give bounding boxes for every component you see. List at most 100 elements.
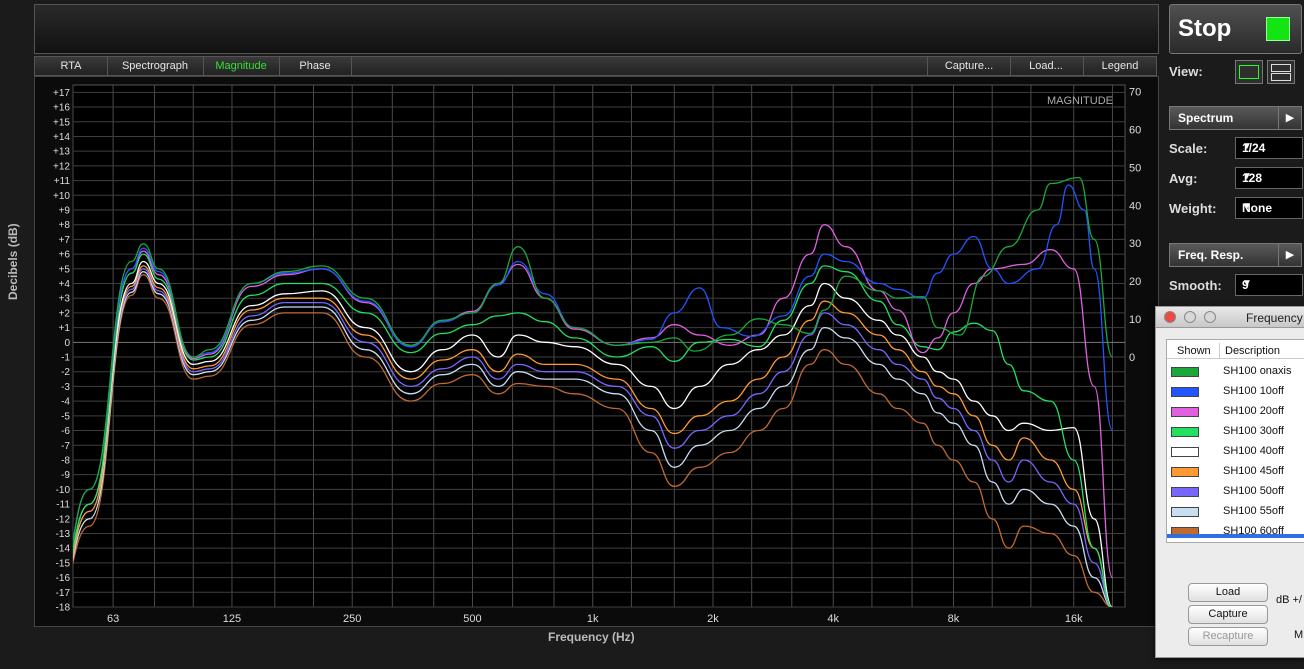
minimize-window-icon[interactable] — [1184, 311, 1196, 323]
series-description: SH100 45off — [1223, 465, 1284, 477]
y-tick-label: +6 — [59, 250, 71, 261]
y-tick-label: +1 — [59, 323, 71, 334]
series-color-swatch[interactable] — [1171, 407, 1199, 417]
x-tick-label: 2k — [707, 613, 719, 625]
tab-phase[interactable]: Phase — [279, 57, 352, 75]
y-tick-label: +8 — [59, 220, 71, 231]
magnitude-plot-panel[interactable]: +17 +16 +15 +14 +13 +12 +11 +10 +9 +8 +7 +6 +5 +4 +3 +2… — [34, 76, 1159, 627]
zoom-window-icon[interactable] — [1204, 311, 1216, 323]
weight-dropdown[interactable]: None ▼ — [1235, 197, 1303, 219]
y-tick-label: -9 — [61, 470, 70, 481]
tab-spectrograph[interactable]: Spectrograph — [107, 57, 204, 75]
series-description: SH100 55off — [1223, 505, 1284, 517]
x-tick-label: 250 — [343, 613, 361, 625]
description-column-header[interactable]: Description — [1225, 345, 1280, 357]
y-tick-label: +3 — [59, 294, 71, 305]
avg-label: Avg: — [1169, 171, 1198, 186]
right-tick-label: 0 — [1129, 352, 1135, 364]
spectrum-section-button[interactable]: Spectrum ▶ — [1169, 106, 1302, 130]
y-tick-label: +12 — [53, 161, 70, 172]
list-item[interactable]: SH100 50off — [1167, 482, 1304, 502]
y-tick-label: -4 — [61, 397, 70, 408]
y-tick-label: +9 — [59, 205, 71, 216]
list-item[interactable]: SH100 30off — [1167, 422, 1304, 442]
list-header: Shown Description — [1167, 343, 1304, 359]
y-tick-label: +15 — [53, 117, 70, 128]
y-tick-label: +7 — [59, 235, 71, 246]
y-tick-label: +4 — [59, 279, 71, 290]
y-tick-label: -5 — [61, 411, 70, 422]
list-item[interactable]: SH100 40off — [1167, 442, 1304, 462]
column-divider — [1219, 343, 1220, 358]
x-tick-label: 4k — [827, 613, 839, 625]
x-tick-label: 16k — [1065, 613, 1083, 625]
freq-resp-section-button[interactable]: Freq. Resp. ▶ — [1169, 243, 1302, 267]
right-tick-label: 60 — [1129, 124, 1141, 136]
list-item[interactable]: SH100 onaxis — [1167, 362, 1304, 382]
series-color-swatch[interactable] — [1171, 367, 1199, 377]
list-item[interactable]: SH100 45off — [1167, 462, 1304, 482]
recapture-button[interactable]: Recapture — [1188, 627, 1268, 646]
load-tab[interactable]: Load... — [1009, 57, 1084, 75]
play-arrow-icon: ▶ — [1278, 244, 1301, 266]
stop-button[interactable]: Stop — [1169, 4, 1302, 54]
right-tick-label: 70 — [1129, 86, 1141, 98]
right-tick-label: 10 — [1129, 314, 1141, 326]
measurement-list[interactable]: Shown Description SH100 onaxis SH100 10of… — [1166, 339, 1304, 543]
series-color-swatch[interactable] — [1171, 487, 1199, 497]
y-tick-label: -3 — [61, 382, 70, 393]
series-description: SH100 onaxis — [1223, 365, 1292, 377]
magnitude-overlay-label: MAGNITUDE — [1047, 95, 1113, 107]
x-tick-label: 63 — [107, 613, 119, 625]
series-color-swatch[interactable] — [1171, 467, 1199, 477]
y-tick-label: -18 — [56, 603, 71, 614]
y-tick-label: +2 — [59, 308, 71, 319]
window-titlebar[interactable]: Frequency — [1156, 307, 1304, 328]
y-tick-label: -17 — [56, 588, 71, 599]
series-color-swatch[interactable] — [1171, 387, 1199, 397]
list-item[interactable]: SH100 60off — [1167, 522, 1304, 542]
y-tick-label: -2 — [61, 367, 70, 378]
y-tick-label: -8 — [61, 455, 70, 466]
series-color-swatch[interactable] — [1171, 447, 1199, 457]
list-item[interactable]: SH100 10off — [1167, 382, 1304, 402]
close-window-icon[interactable] — [1164, 311, 1176, 323]
capture-tab[interactable]: Capture... — [927, 57, 1011, 75]
load-button[interactable]: Load — [1188, 583, 1268, 602]
x-tick-label: 1k — [587, 613, 599, 625]
play-arrow-icon: ▶ — [1278, 107, 1301, 129]
split-view-button[interactable] — [1267, 60, 1295, 84]
y-tick-label: -11 — [56, 500, 70, 511]
weight-label: Weight: — [1169, 201, 1217, 216]
y-axis-label: Decibels (dB) — [6, 223, 20, 300]
list-scrollbar[interactable] — [1167, 534, 1304, 538]
split-pane-bottom-icon — [1271, 73, 1291, 81]
series-color-swatch[interactable] — [1171, 427, 1199, 437]
scale-dropdown[interactable]: 1/24 ▼ — [1235, 137, 1303, 159]
shown-column-header[interactable]: Shown — [1177, 345, 1211, 357]
y-tick-label: -13 — [56, 529, 71, 540]
smooth-label: Smooth: — [1169, 278, 1222, 293]
y-tick-label: -14 — [56, 544, 71, 555]
window-title: Frequency — [1246, 311, 1303, 325]
tab-magnitude[interactable]: Magnitude — [203, 57, 280, 75]
capture-button[interactable]: Capture — [1188, 605, 1268, 624]
avg-dropdown[interactable]: 128 ▼ — [1235, 167, 1303, 189]
tab-rta[interactable]: RTA — [35, 57, 108, 75]
series-description: SH100 10off — [1223, 385, 1284, 397]
series-description: SH100 20off — [1223, 405, 1284, 417]
legend-tab[interactable]: Legend — [1083, 57, 1157, 75]
frequency-response-window: Frequency Shown Description SH100 onaxis… — [1155, 306, 1304, 658]
single-pane-icon — [1239, 65, 1259, 79]
split-pane-top-icon — [1271, 64, 1291, 72]
right-tick-label: 20 — [1129, 276, 1141, 288]
list-item[interactable]: SH100 55off — [1167, 502, 1304, 522]
single-view-button[interactable] — [1235, 60, 1263, 84]
magnitude-chart[interactable]: +17+16+15+14+13+12+11+10+9+8+7+6+5+4+3+2… — [35, 77, 1158, 626]
list-item[interactable]: SH100 20off — [1167, 402, 1304, 422]
spectrum-section-label: Spectrum — [1178, 111, 1234, 125]
series-color-swatch[interactable] — [1171, 507, 1199, 517]
x-axis-label: Frequency (Hz) — [548, 630, 635, 644]
running-indicator-icon — [1266, 17, 1290, 41]
smooth-dropdown[interactable]: 9 ▼ — [1235, 274, 1303, 296]
